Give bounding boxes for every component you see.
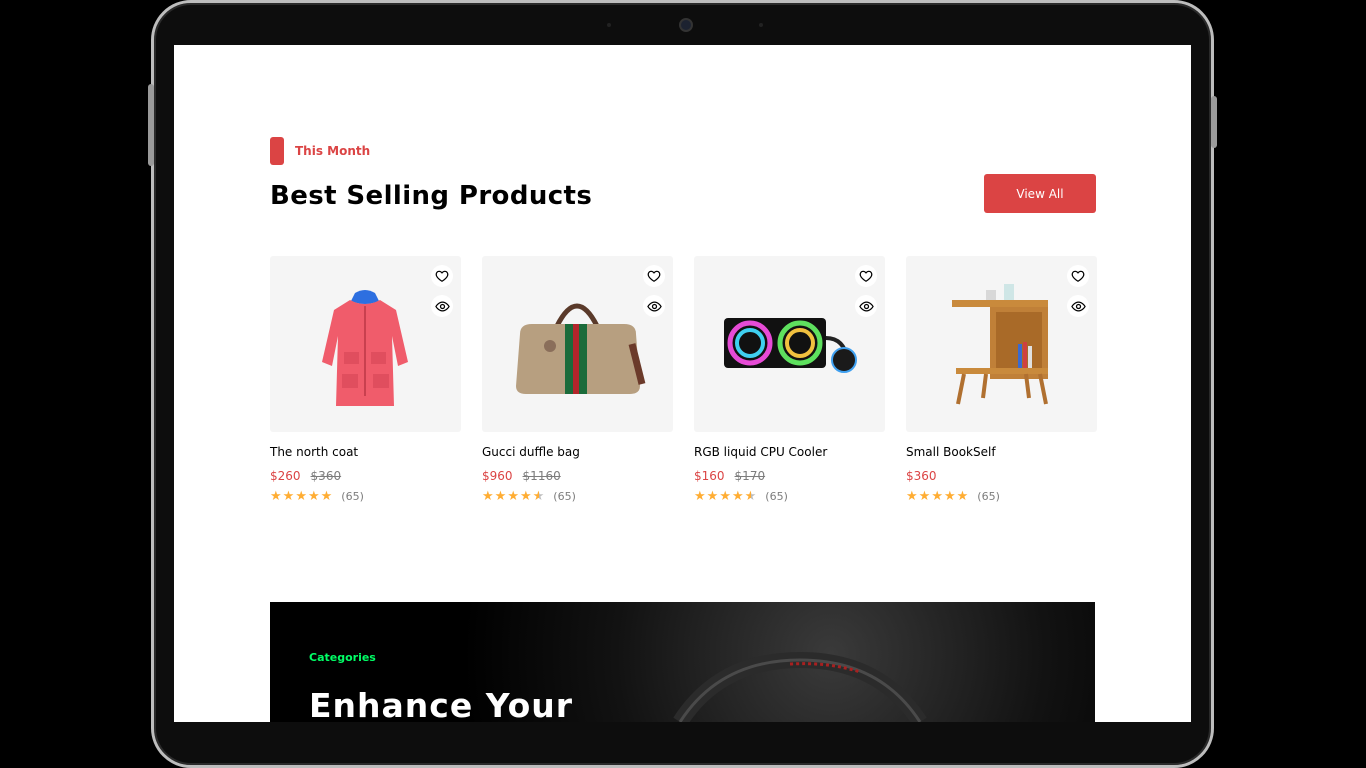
product-card[interactable]: RGB liquid CPU Cooler $160 $170 ★ ★ ★ ★ ★ (6… [694,256,885,503]
product-prices: $960 $1160 [482,469,673,483]
product-card[interactable]: Gucci duffle bag $960 $1160 ★ ★ ★ ★ ★ (65) [482,256,673,503]
product-old-price: $360 [310,469,342,483]
star-icon: ★ [270,489,282,504]
section-tag: This Month [270,137,370,165]
section-title: Best Selling Products [270,181,593,211]
star-icon: ★ [706,489,719,504]
power-button [1211,96,1217,148]
volume-button [148,84,154,166]
product-card[interactable]: Small BookSelf $360 ★ ★ ★ ★ ★ (65) [906,256,1097,503]
coat-image [322,290,408,406]
star-icon: ★ [931,489,943,504]
product-price: $960 [482,469,513,483]
star-icon: ★ [731,489,744,504]
product-prices: $360 [906,469,1097,483]
section-tag-label: This Month [295,144,371,158]
product-rating: ★ ★ ★ ★ ★ (65) [906,490,1097,503]
cpu-cooler-image [724,318,857,373]
product-rating: ★ ★ ★ ★ ★ (65) [270,490,461,503]
product-name[interactable]: Small BookSelf [906,445,1097,459]
product-card[interactable]: The north coat $260 $360 ★ ★ ★ ★ ★ (65) [270,256,461,503]
product-rating: ★ ★ ★ ★ ★ (65) [694,490,885,503]
product-name[interactable]: The north coat [270,445,461,459]
product-list: The north coat $260 $360 ★★★★★ (65) [270,256,1097,503]
review-count: (65) [977,490,1000,503]
bookshelf-image [952,284,1048,405]
category-banner: Categories Enhance Your [270,602,1095,722]
product-price: $260 [270,469,301,483]
screen: This Month Best Selling Products View Al… [174,45,1191,722]
sensor-dot [607,23,611,27]
star-icon: ★ [507,489,519,504]
banner-title: Enhance Your [309,686,574,722]
product-image-box[interactable] [482,256,673,432]
star-icon: ★ [295,489,307,504]
star-icon: ★ [519,489,532,504]
star-icon: ★ [307,489,320,504]
star-icon: ★ [906,489,918,504]
product-price: $160 [694,469,725,483]
star-icon: ★ [282,489,295,504]
camera-icon [679,18,693,32]
star-half-icon: ★ [744,489,757,504]
product-old-price: $1160 [522,469,561,483]
categories-label: Categories [309,651,376,664]
star-icon: ★ [482,489,494,504]
star-icon: ★ [918,489,931,504]
product-image-box[interactable] [270,256,461,432]
star-icon: ★ [719,489,731,504]
review-count: (65) [765,490,788,503]
product-prices: $260 $360 [270,469,461,483]
star-icon: ★ [320,489,333,504]
product-price: $360 [906,469,937,483]
product-prices: $160 $170 [694,469,885,483]
star-icon: ★ [694,489,706,504]
view-all-button[interactable]: View All [984,174,1096,213]
review-count: (65) [341,490,364,503]
star-icon: ★ [943,489,956,504]
product-rating: ★ ★ ★ ★ ★ (65) [482,490,673,503]
duffle-bag-image [516,303,646,394]
sensor-dot [759,23,763,27]
star-icon: ★ [494,489,507,504]
product-name[interactable]: Gucci duffle bag [482,445,673,459]
star-icon: ★ [956,489,969,504]
star-half-icon: ★ [532,489,545,504]
product-image-box[interactable] [906,256,1097,432]
review-count: (65) [553,490,576,503]
tag-bar [270,137,284,165]
product-image-box[interactable] [694,256,885,432]
product-old-price: $170 [734,469,766,483]
product-name[interactable]: RGB liquid CPU Cooler [694,445,885,459]
